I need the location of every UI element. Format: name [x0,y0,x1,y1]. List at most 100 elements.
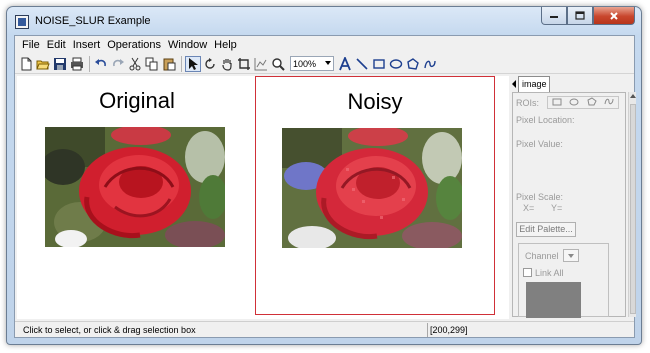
rectangle-tool-button[interactable] [371,56,387,72]
zoom-select[interactable]: 100% [290,56,334,71]
minimize-icon [550,15,558,18]
save-icon [54,57,66,70]
original-title: Original [99,88,175,113]
close-icon [610,11,618,20]
print-icon [71,57,83,70]
redo-button[interactable] [110,56,126,72]
select-tool-button[interactable] [185,55,201,72]
zoom-icon [272,57,285,71]
roi-ellipse-icon[interactable] [569,97,579,109]
pixel-scale-y-label: Y= [551,203,563,213]
image-canvas[interactable]: Original Noisy [17,76,509,319]
rectangle-icon [373,58,385,69]
roi-freehand-icon[interactable] [604,97,614,109]
link-all-checkbox[interactable] [523,268,532,277]
menu-operations[interactable]: Operations [104,39,165,51]
save-button[interactable] [52,56,68,72]
maximize-button[interactable] [567,7,593,25]
rois-label: ROIs: [516,98,540,108]
copy-button[interactable] [144,56,160,72]
original-rose-image [45,127,225,247]
channel-color-swatch [526,282,581,318]
window-controls [541,7,635,25]
pixel-scale-label: Pixel Scale: [516,192,564,202]
line-icon [356,57,368,70]
window-title: NOISE_SLUR Example [35,15,151,27]
edit-palette-button[interactable]: Edit Palette... [516,222,576,237]
new-file-icon [21,57,32,70]
collapse-panel-icon[interactable] [512,80,516,88]
status-message: Click to select, or click & drag selecti… [23,325,196,335]
text-icon [339,56,351,70]
menu-file[interactable]: File [19,39,44,51]
roi-tools [547,96,619,109]
rotate-icon [205,57,215,69]
cut-button[interactable] [127,56,143,72]
minimize-button[interactable] [541,7,567,25]
noisy-title: Noisy [347,89,403,114]
image-side-panel: image ROIs: Pixel Location: Pixel Value:… [512,76,636,319]
roi-polygon-icon[interactable] [587,96,597,109]
menu-help[interactable]: Help [211,39,241,51]
menu-window[interactable]: Window [165,39,211,51]
pan-hand-icon [222,58,232,71]
print-button[interactable] [69,56,85,72]
pixel-value-label: Pixel Value: [516,139,563,149]
undo-icon [95,58,106,66]
status-coordinates: [200,299] [427,323,623,337]
tab-image[interactable]: image [518,76,550,92]
text-tool-button[interactable] [337,56,353,72]
polygon-icon [407,57,419,70]
ellipse-tool-button[interactable] [388,56,404,72]
client-area: File Edit Insert Operations Window Help [14,35,636,338]
toolbar-separator [89,55,90,72]
link-all-label: Link All [535,268,564,278]
title-bar[interactable]: NOISE_SLUR Example [7,7,641,35]
redo-icon [113,58,124,66]
roi-rectangle-icon[interactable] [552,97,562,109]
line-tool-button[interactable] [354,56,370,72]
scroll-up-icon[interactable] [630,94,636,98]
select-arrow-icon [189,57,198,70]
plot-icon [254,57,267,70]
ellipse-icon [389,58,403,69]
copy-icon [145,57,158,70]
rotate-tool-button[interactable] [202,56,218,72]
freehand-tool-button[interactable] [422,56,438,72]
channel-group: Channel Link All [518,243,609,318]
new-file-button[interactable] [18,56,34,72]
open-button[interactable] [35,56,51,72]
toolbar-separator [181,55,182,72]
status-bar: Click to select, or click & drag selecti… [15,321,634,338]
plot-tool-button[interactable] [253,56,269,72]
pan-tool-button[interactable] [219,56,235,72]
menu-bar: File Edit Insert Operations Window Help [15,36,634,54]
menu-insert[interactable]: Insert [70,39,105,51]
polygon-tool-button[interactable] [405,56,421,72]
zoom-tool-button[interactable] [270,56,286,72]
channel-select[interactable] [563,249,579,262]
undo-button[interactable] [93,56,109,72]
paste-button[interactable] [161,56,177,72]
pixel-scale-x-label: X= [523,203,535,213]
menu-edit[interactable]: Edit [44,39,70,51]
noisy-rose-image [282,128,462,248]
crop-tool-button[interactable] [236,56,252,72]
cut-icon [129,57,141,70]
noisy-panel[interactable]: Noisy [255,76,495,315]
original-panel[interactable]: Original [17,76,257,315]
chevron-down-icon [325,61,331,65]
app-icon [15,15,29,29]
app-window: NOISE_SLUR Example File Edit Insert Oper… [6,6,642,345]
channel-label: Channel [525,251,559,261]
pixel-location-label: Pixel Location: [516,115,575,125]
freehand-icon [424,60,436,68]
toolbar: 100% [15,54,634,74]
side-panel-scrollbar[interactable] [628,92,636,317]
zoom-value: 100% [293,58,317,69]
scrollbar-thumb[interactable] [630,104,636,314]
open-folder-icon [36,60,50,69]
paste-icon [163,58,176,70]
close-button[interactable] [593,7,635,25]
image-properties: ROIs: Pixel Location: Pixel Value: Pixel… [512,92,626,318]
